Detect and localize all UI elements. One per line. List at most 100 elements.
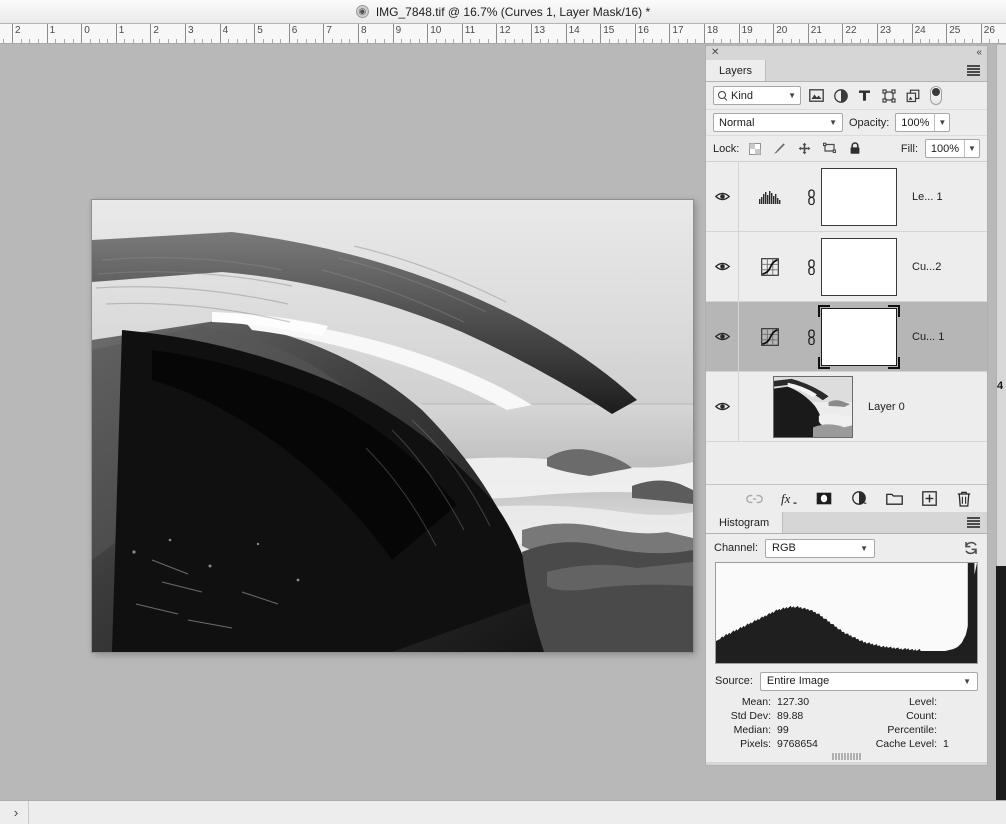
horizontal-ruler[interactable]: 2 1 0 1 2 3 4 5 6 7 8 9 10 11 12 13 14 15 16 17 18 19 20 21 22 23… [0,24,1006,44]
new-adjustment-layer-button[interactable] [850,490,868,508]
curves-icon[interactable] [739,257,801,276]
layer-visibility-toggle[interactable] [706,232,739,301]
ruler-tick-minor [582,39,584,43]
ruler-label: 6 [291,25,298,36]
chevron-down-icon[interactable]: ▼ [934,114,949,131]
layer-thumbnail[interactable] [773,375,853,438]
ruler-tick-minor [755,39,757,43]
ruler-tick-major [911,24,913,43]
lock-label: Lock: [713,142,740,155]
levels-histogram-icon[interactable] [739,190,801,204]
double-chevron-left-icon[interactable]: « [976,47,981,59]
document-canvas[interactable] [92,200,693,652]
layer-name: Cu...2 [912,260,942,273]
layers-panel: Layers Kind ▼ Normal ▼ Opacity: 100% ▼ L… [705,60,988,512]
layer-mask-link-icon[interactable] [801,188,821,205]
search-icon [718,91,727,100]
ruler-tick-minor [989,39,991,43]
opacity-field[interactable]: 100% ▼ [895,113,951,132]
histogram-channel-row: Channel: RGB ▼ [706,534,987,562]
source-select[interactable]: Entire Image ▼ [759,671,978,691]
level-label: Level: [908,696,937,708]
filter-toggle-switch[interactable] [930,86,942,105]
ruler-tick-minor [963,39,965,43]
ruler-label: 21 [810,25,822,36]
ruler-tick-minor [678,39,680,43]
new-group-button[interactable] [885,490,903,508]
add-layer-mask-button[interactable] [815,490,833,508]
ruler-tick-minor [799,39,801,43]
ruler-tick-minor [37,39,39,43]
tab-histogram[interactable]: Histogram [706,512,784,533]
histogram-graph[interactable] [715,562,978,664]
layer-mask-link-icon[interactable] [801,328,821,345]
layer-mask-thumbnail-active[interactable] [818,304,900,369]
table-row[interactable]: Cu... 1 [706,302,987,372]
panel-menu-icon[interactable] [967,65,980,76]
table-row[interactable]: Cu...2 [706,232,987,302]
filter-type-layers[interactable] [856,87,873,104]
ruler-tick-minor [729,39,731,43]
filter-adjustment-layers[interactable] [832,87,849,104]
lock-artboard-nesting[interactable] [821,140,838,157]
median-value: 99 [777,724,789,736]
layer-mask-thumbnail[interactable] [821,167,897,226]
lock-transparent-pixels[interactable] [746,140,763,157]
layer-style-button[interactable]: fx [780,490,798,508]
fill-field[interactable]: 100% ▼ [925,139,980,158]
filter-kind-select[interactable]: Kind ▼ [713,86,801,105]
right-panel-dock: ✕ « Layers Kind ▼ Normal ▼ Opacity: 100%… [705,45,988,766]
layer-mask-link-icon[interactable] [801,258,821,275]
count-label: Count: [906,710,937,722]
layer-visibility-toggle[interactable] [706,302,739,371]
new-layer-button[interactable] [920,490,938,508]
refresh-icon[interactable] [963,540,979,556]
ruler-label: 18 [707,25,719,36]
count-value [943,710,985,722]
link-layers-button[interactable] [745,490,763,508]
layer-thumbnail-image [774,376,852,437]
ruler-tick-minor [825,39,827,43]
table-row[interactable]: Layer 0 [706,372,987,442]
dock-title-bar: ✕ « [705,45,988,60]
ruler-tick-minor [306,39,308,43]
document-title: IMG_7848.tif @ 16.7% (Curves 1, Layer Ma… [375,4,651,19]
filter-kind-label: Kind [731,89,754,102]
blend-mode-select[interactable]: Normal ▼ [713,113,843,132]
ruler-tick-major [150,24,152,43]
layer-visibility-toggle[interactable] [706,162,739,231]
ruler-label: 16 [637,25,649,36]
chevron-down-icon: ▼ [860,543,869,553]
filter-pixel-layers[interactable] [808,87,825,104]
chevron-down-icon[interactable]: ▼ [964,140,979,157]
panel-resize-grip[interactable] [706,750,987,762]
channel-select[interactable]: RGB ▼ [765,538,876,558]
ruler-label: 2 [15,25,21,36]
layer-name: Layer 0 [868,400,905,413]
ruler-tick-minor [833,39,835,43]
curves-icon[interactable] [739,327,801,346]
filter-shape-layers[interactable] [880,87,897,104]
lock-position[interactable] [796,140,813,157]
ruler-tick-minor [747,39,749,43]
layer-mask-thumbnail[interactable] [821,237,897,296]
layer-visibility-toggle[interactable] [706,372,739,441]
lock-image-pixels[interactable] [771,140,788,157]
ruler-label: 3 [188,25,194,36]
lock-all[interactable] [846,140,863,157]
filter-smart-objects[interactable] [904,87,921,104]
close-icon[interactable]: ✕ [711,47,719,59]
ruler-tick-minor [366,39,368,43]
delete-layer-button[interactable] [955,490,973,508]
ruler-tick-minor [236,39,238,43]
ruler-tick-minor [133,39,135,43]
eye-icon [714,192,730,201]
status-divider [28,801,29,824]
table-row[interactable]: Le... 1 [706,162,987,232]
tab-layers[interactable]: Layers [706,60,767,81]
panel-menu-icon[interactable] [967,517,980,528]
ruler-tick-major [842,24,844,43]
ruler-tick-major [877,24,878,43]
percentile-value [943,724,985,736]
chevron-right-icon[interactable]: › [8,805,24,821]
